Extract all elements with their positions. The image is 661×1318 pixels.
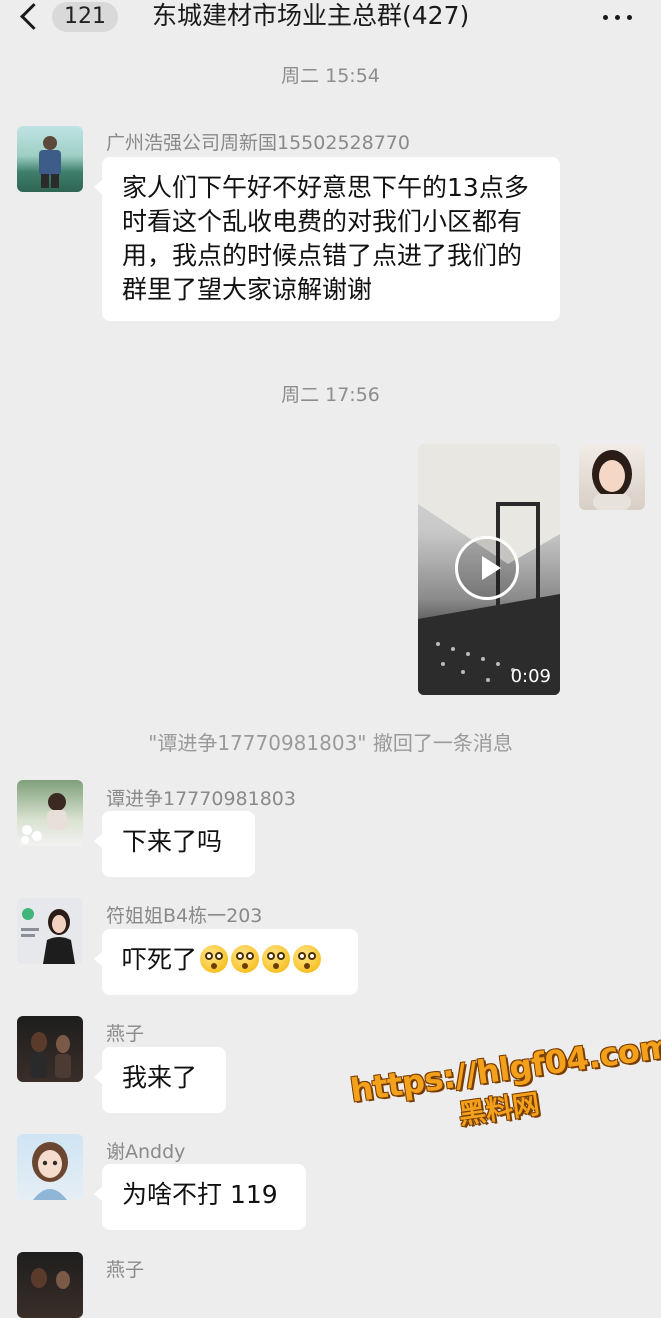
message-bubble[interactable]: 我来了 <box>94 1047 226 1113</box>
recall-notice: "谭进争17770981803" 撤回了一条消息 <box>148 731 513 755</box>
person-icon <box>21 793 67 844</box>
chat-header: 121 东城建材市场业主总群(427) <box>0 0 661 36</box>
chat-title: 东城建材市场业主总群(427) <box>152 1 470 30</box>
self-avatar[interactable] <box>579 444 645 510</box>
avatar[interactable] <box>17 126 83 192</box>
message-text: 为啥不打 119 <box>122 1180 278 1209</box>
flushed-face-icon <box>200 945 229 973</box>
flushed-face-icon <box>231 945 260 973</box>
message-bubble[interactable]: 家人们下午好不好意思下午的13点多时看这个乱收电费的对我们小区都有用，我点的时候… <box>94 157 560 321</box>
time-stamp: 周二 17:56 <box>281 384 380 406</box>
sender-name: 符姐姐B4栋一203 <box>106 905 263 927</box>
message-text: 吓死了 <box>122 945 198 974</box>
person-icon <box>21 908 75 964</box>
sender-name: 谭进争17770981803 <box>106 788 296 810</box>
message-text: 家人们下午好不好意思下午的13点多时看这个乱收电费的对我们小区都有用，我点的时候… <box>122 173 529 304</box>
message-text: 下来了吗 <box>122 827 223 856</box>
sender-name: 广州浩强公司周新国15502528770 <box>106 132 410 154</box>
sender-name: 燕子 <box>106 1259 145 1281</box>
avatar[interactable] <box>17 1134 83 1200</box>
sender-name: 谢Anddy <box>106 1141 186 1163</box>
chevron-left-icon <box>20 3 47 30</box>
time-stamp: 周二 15:54 <box>281 65 380 87</box>
avatar[interactable] <box>17 1252 83 1318</box>
watermark-name: 黑料网 <box>456 1088 542 1131</box>
message-text: 我来了 <box>122 1063 198 1092</box>
person-icon <box>32 1142 68 1200</box>
person-icon <box>592 450 632 510</box>
flushed-face-icon <box>293 945 322 973</box>
video-duration: 0:09 <box>510 666 551 687</box>
more-options-icon[interactable] <box>601 4 635 30</box>
avatar[interactable] <box>17 1016 83 1082</box>
play-icon[interactable] <box>455 536 519 600</box>
avatar[interactable] <box>17 780 83 846</box>
message-bubble[interactable]: 下来了吗 <box>94 811 255 877</box>
flushed-face-icon <box>262 945 291 973</box>
message-bubble[interactable]: 吓死了 <box>94 929 358 995</box>
message-bubble[interactable]: 为啥不打 119 <box>94 1164 306 1230</box>
person-icon <box>39 136 61 188</box>
watermark: https://hlgf04.com 黑料网 <box>348 1026 661 1171</box>
person-icon <box>31 1032 71 1078</box>
watermark-url: https://hlgf04.com <box>348 1026 661 1110</box>
video-message[interactable]: 0:09 <box>418 444 560 695</box>
person-icon <box>31 1268 70 1289</box>
avatar[interactable] <box>17 898 83 964</box>
sender-name: 燕子 <box>106 1023 145 1045</box>
back-button[interactable]: 121 <box>14 0 118 36</box>
unread-count-badge: 121 <box>52 2 118 32</box>
